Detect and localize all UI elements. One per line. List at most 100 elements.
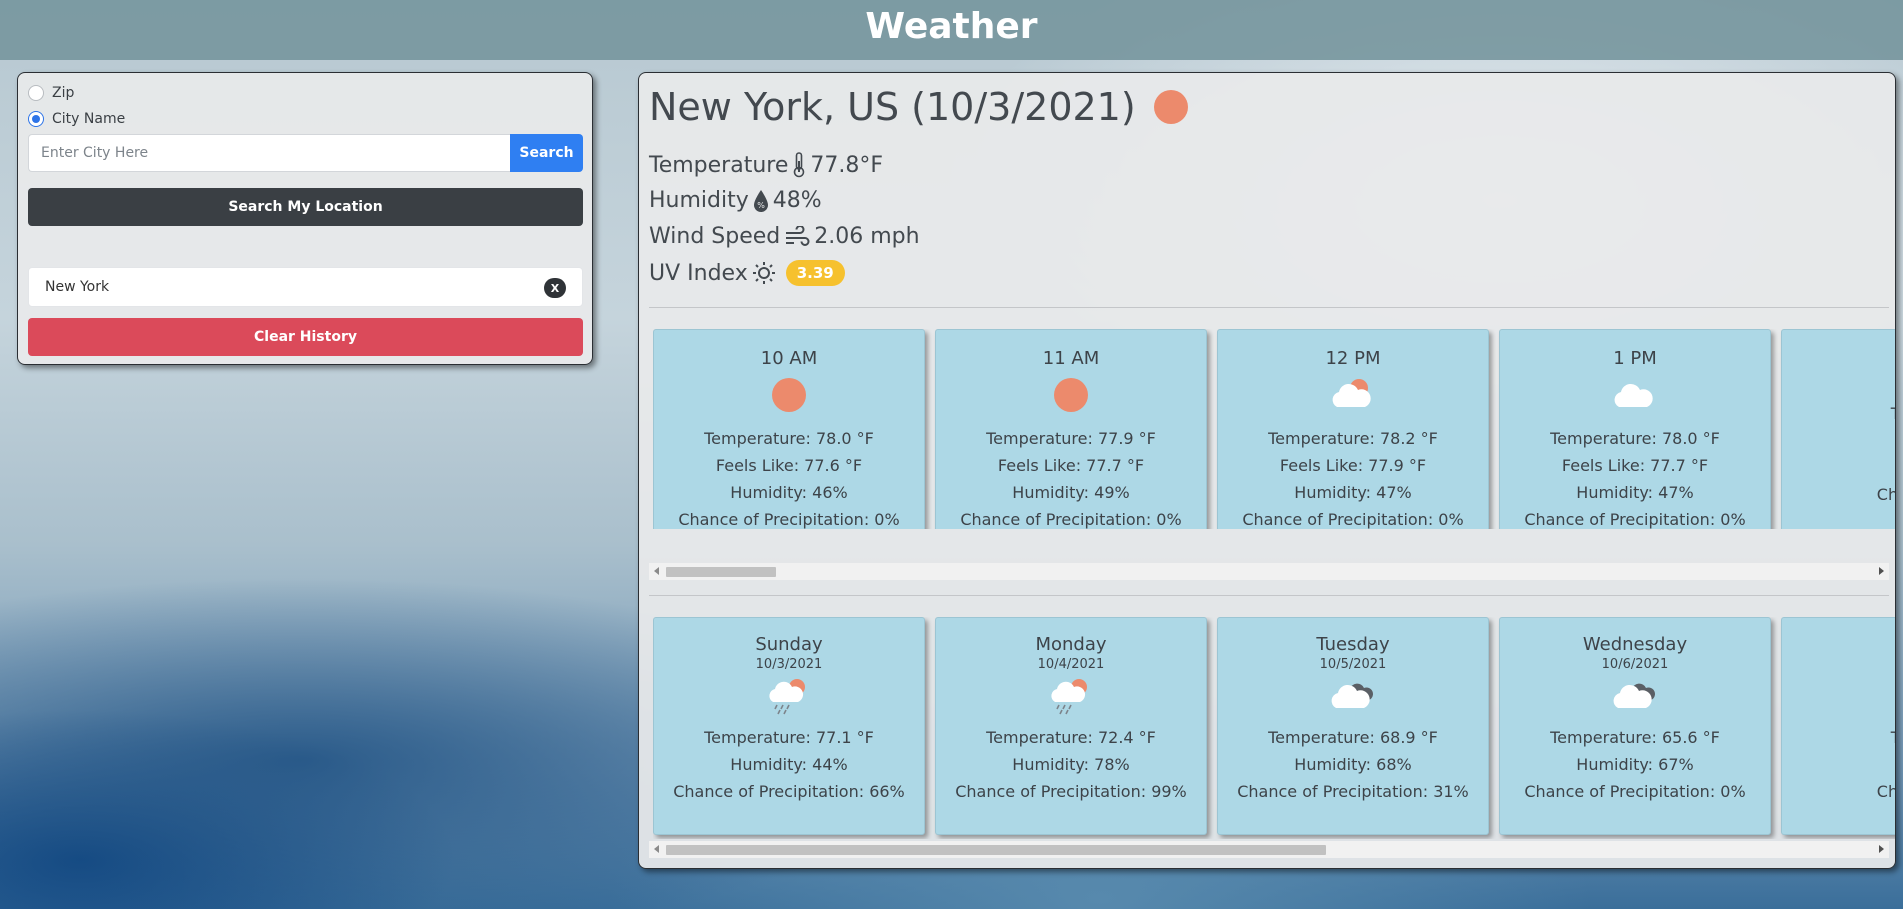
hourly-card: 1 PM Temperature: 78.0 °F Feels Like: 77.7…: [1499, 329, 1771, 529]
daily-day: Monday: [1035, 634, 1107, 655]
hourly-time: 1 PM: [1613, 348, 1657, 369]
scroll-right-arrow-icon[interactable]: [1879, 845, 1884, 853]
hourly-precipitation: Chance of: [1876, 485, 1895, 504]
daily-forecast[interactable]: Sunday 10/3/2021 Temperature: 77.1 °F Humid…: [653, 617, 1895, 839]
city-radio-label: City Name: [52, 111, 126, 127]
divider: [649, 307, 1889, 308]
hourly-feels-like: Feels Like: 77.7 °F: [997, 456, 1145, 475]
daily-card: Wednesday 10/6/2021 Temperature: 65.6 °F Hu…: [1499, 617, 1771, 835]
daily-date: 10/4/2021: [1037, 657, 1105, 672]
daily-precipitation: Chance of Precipitation: 99%: [955, 782, 1187, 801]
search-panel: Zip City Name Search Search My Location …: [17, 72, 593, 365]
daily-date: 10/3/2021: [755, 657, 823, 672]
hourly-feels-like: Feels Like: 77.7 °F: [1561, 456, 1709, 475]
daily-scroll-thumb[interactable]: [666, 845, 1326, 855]
daily-precipitation: Chance of Precipitation: 31%: [1237, 782, 1469, 801]
daily-humidity: Humidity: 67%: [1576, 755, 1694, 774]
partly-cloudy-icon: [1218, 373, 1488, 417]
daily-temperature: Tempe: [1782, 724, 1895, 751]
search-my-location-button[interactable]: Search My Location: [28, 188, 583, 226]
uv-row: UV Index 3.39: [649, 260, 845, 286]
city-name-radio[interactable]: [28, 111, 44, 127]
hourly-temperature: Temperature: 78.0 °F: [1550, 429, 1720, 448]
hourly-card: 12 PM Temperature: 78.2 °F Feels Like: 77.…: [1217, 329, 1489, 529]
daily-day: Tuesday: [1316, 634, 1390, 655]
hourly-temperature: Temperature: 78.2 °F: [1268, 429, 1438, 448]
wind-label: Wind Speed: [649, 224, 781, 249]
droplet-icon: %: [753, 189, 769, 213]
hourly-time: 12 PM: [1325, 348, 1381, 369]
wind-row: Wind Speed 2.06 mph: [649, 224, 920, 249]
daily-date: 1: [1782, 657, 1895, 672]
hourly-precipitation: Chance of Precipitation: 0%: [1242, 510, 1464, 529]
daily-temperature: Temperature: 65.6 °F: [1550, 728, 1720, 747]
scroll-right-arrow-icon[interactable]: [1879, 567, 1884, 575]
sun-outline-icon: [752, 261, 776, 285]
city-search-input[interactable]: [28, 134, 510, 172]
zip-radio-label: Zip: [52, 85, 75, 101]
hourly-humidity: Humidity: 47%: [1576, 483, 1694, 502]
hourly-card: 11 AM Temperature: 77.9 °F Feels Like: 77.…: [935, 329, 1207, 529]
wind-value: 2.06 mph: [814, 224, 920, 249]
uv-label: UV Index: [649, 260, 748, 286]
daily-day: Sunday: [755, 634, 823, 655]
hourly-temperature: Tempe: [1782, 400, 1895, 427]
scroll-left-arrow-icon[interactable]: [654, 567, 659, 575]
hourly-time: 10 AM: [760, 348, 818, 369]
current-weather-heading: New York, US (10/3/2021): [649, 85, 1188, 129]
daily-humidity: Hu: [1782, 751, 1895, 778]
hourly-humidity: Hu: [1782, 454, 1895, 481]
daily-date: 10/6/2021: [1601, 657, 1669, 672]
scroll-left-arrow-icon[interactable]: [654, 845, 659, 853]
hourly-humidity: Humidity: 49%: [1012, 483, 1130, 502]
hourly-scrollbar[interactable]: [649, 563, 1889, 580]
zip-radio[interactable]: [28, 85, 44, 101]
hourly-temperature: Temperature: 78.0 °F: [704, 429, 874, 448]
city-radio-option[interactable]: City Name: [28, 111, 125, 127]
history-item-new-york[interactable]: New York X: [28, 267, 583, 307]
hourly-feels-like: Feels Like: 77.9 °F: [1279, 456, 1427, 475]
daily-card: Tuesday 10/5/2021 Temperature: 68.9 °F Humi…: [1217, 617, 1489, 835]
temperature-label: Temperature: [649, 152, 789, 178]
weather-panel: New York, US (10/3/2021) Temperature 77.…: [638, 72, 1896, 869]
page-title: Weather: [865, 6, 1038, 47]
hourly-precipitation: Chance of Precipitation: 0%: [1524, 510, 1746, 529]
daily-day: Wednesday: [1582, 634, 1688, 655]
hourly-scroll-thumb[interactable]: [666, 567, 776, 577]
search-button[interactable]: Search: [510, 134, 583, 172]
hourly-humidity: Humidity: 46%: [730, 483, 848, 502]
daily-temperature: Temperature: 68.9 °F: [1268, 728, 1438, 747]
temperature-row: Temperature 77.8°F: [649, 152, 883, 178]
daily-date: 10/5/2021: [1319, 657, 1387, 672]
uv-index-badge: 3.39: [785, 260, 845, 286]
hourly-time: 11 AM: [1042, 348, 1100, 369]
app-header: Weather: [0, 0, 1903, 60]
daily-card: Monday 10/4/2021 Temperature: 72.4 °F Humid…: [935, 617, 1207, 835]
daily-day: T: [1782, 634, 1895, 655]
daily-humidity: Humidity: 68%: [1294, 755, 1412, 774]
humidity-value: 48%: [772, 188, 822, 213]
daily-scrollbar[interactable]: [649, 841, 1889, 858]
sun-icon: [1153, 90, 1188, 124]
history-item-label: New York: [45, 279, 110, 295]
rain-sun-icon: [936, 674, 1206, 718]
weather-icon: [1782, 348, 1895, 392]
daily-precipitation: Chance of: [1876, 782, 1895, 801]
remove-history-button[interactable]: X: [544, 278, 566, 298]
zip-radio-option[interactable]: Zip: [28, 85, 74, 101]
daily-humidity: Humidity: 44%: [730, 755, 848, 774]
daily-humidity: Humidity: 78%: [1012, 755, 1130, 774]
cloud-icon: [1500, 373, 1770, 417]
daily-precipitation: Chance of Precipitation: 66%: [673, 782, 905, 801]
daily-temperature: Temperature: 72.4 °F: [986, 728, 1156, 747]
rain-sun-icon: [654, 674, 924, 718]
daily-precipitation: Chance of Precipitation: 0%: [1524, 782, 1746, 801]
divider: [649, 595, 1889, 596]
hourly-feels-like: Feels Like: 77.6 °F: [715, 456, 863, 475]
hourly-feels-like: Feels: [1782, 427, 1895, 454]
hourly-forecast[interactable]: 10 AM Temperature: 78.0 °F Feels Like: 77.…: [653, 329, 1895, 529]
clear-history-button[interactable]: Clear History: [28, 318, 583, 356]
hourly-temperature: Temperature: 77.9 °F: [986, 429, 1156, 448]
weather-icon: [1782, 674, 1895, 718]
overcast-icon: [1500, 674, 1770, 718]
